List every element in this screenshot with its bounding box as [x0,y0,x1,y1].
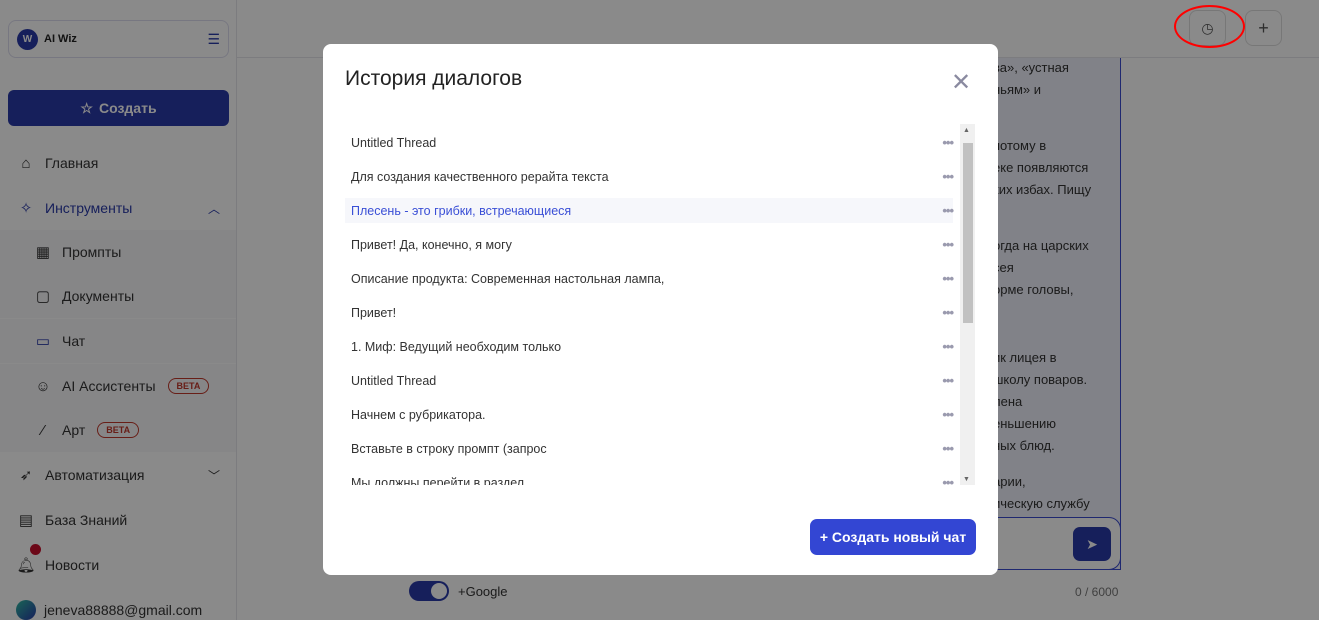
thread-item[interactable]: 1. Миф: Ведущий необходим только ••• [345,334,954,359]
more-options-icon[interactable]: ••• [942,475,954,485]
more-options-icon[interactable]: ••• [942,441,954,456]
thread-title: Untitled Thread [351,135,437,150]
close-icon[interactable]: ✕ [951,68,971,97]
thread-item[interactable]: Начнем с рубрикатора. ••• [345,402,954,427]
scroll-down-arrow-icon[interactable]: ▼ [963,476,970,483]
thread-title: Для создания качественного рерайта текст… [351,169,609,184]
scrollbar[interactable]: ▲ ▼ [960,124,975,485]
scroll-up-arrow-icon[interactable]: ▲ [963,127,970,134]
thread-title: Привет! Да, конечно, я могу [351,237,512,252]
history-dialog: История диалогов ✕ Untitled Thread ••• Для… [323,44,998,575]
thread-title: Вставьте в строку промпт (запрос [351,441,547,456]
more-options-icon[interactable]: ••• [942,237,954,252]
more-options-icon[interactable]: ••• [942,407,954,422]
more-options-icon[interactable]: ••• [942,169,954,184]
more-options-icon[interactable]: ••• [942,203,954,218]
thread-title: Плесень - это грибки, встречающиеся [351,203,572,218]
thread-title: Untitled Thread [351,373,437,388]
more-options-icon[interactable]: ••• [942,339,954,354]
thread-list: Untitled Thread ••• Для создания качествен… [345,124,975,485]
thread-item[interactable]: Плесень - это грибки, встречающиеся ••• [345,198,954,223]
thread-item[interactable]: Для создания качественного рерайта текст… [345,164,954,189]
create-new-chat-button[interactable]: + Создать новый чат [810,519,976,555]
thread-item[interactable]: Вставьте в строку промпт (запрос ••• [345,436,954,461]
annotation-circle [1174,5,1245,48]
thread-item[interactable]: Мы должны перейти в раздел ••• [345,470,954,486]
more-options-icon[interactable]: ••• [942,373,954,388]
more-options-icon[interactable]: ••• [942,271,954,286]
thread-title: Начнем с рубрикатора. [351,407,486,422]
thread-title: 1. Миф: Ведущий необходим только [351,339,562,354]
thread-title: Описание продукта: Современная настольна… [351,271,665,286]
dialog-title: История диалогов [345,67,523,90]
thread-item[interactable]: Привет! ••• [345,300,954,325]
thread-item[interactable]: Описание продукта: Современная настольна… [345,266,954,291]
thread-item[interactable]: Untitled Thread ••• [345,368,954,393]
thread-item[interactable]: Untitled Thread ••• [345,130,954,155]
thread-title: Мы должны перейти в раздел [351,475,525,486]
more-options-icon[interactable]: ••• [942,135,954,150]
more-options-icon[interactable]: ••• [942,305,954,320]
thread-item[interactable]: Привет! Да, конечно, я могу ••• [345,232,954,257]
thread-title: Привет! [351,305,397,320]
scrollbar-thumb[interactable] [963,143,973,323]
